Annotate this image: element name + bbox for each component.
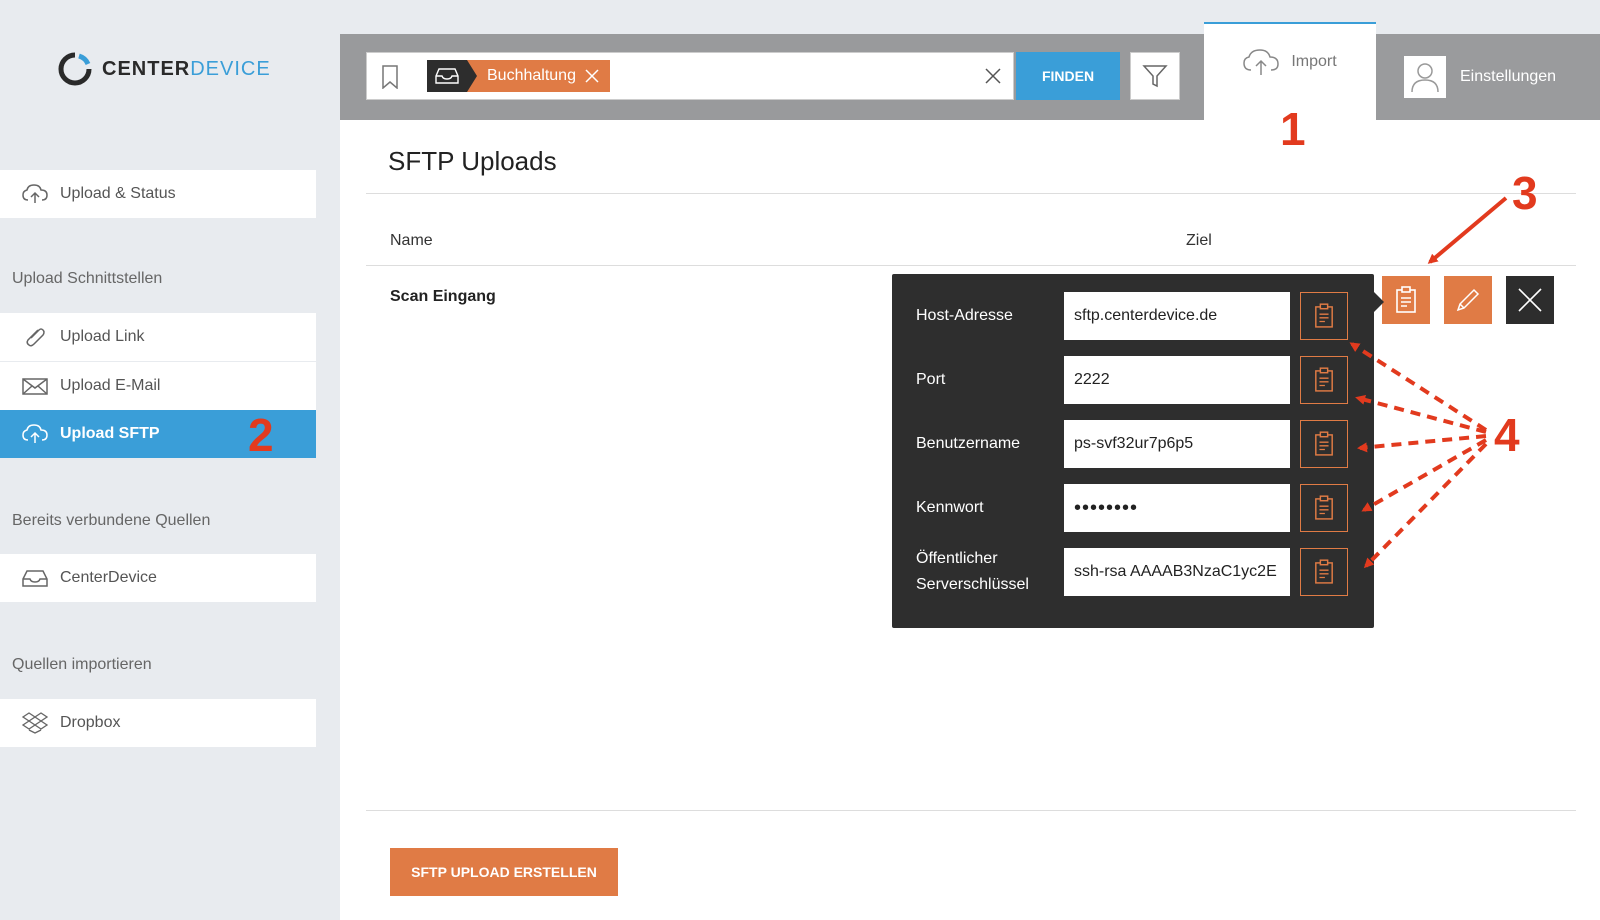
search-tag[interactable]: Buchhaltung bbox=[427, 60, 610, 92]
filter-icon bbox=[1142, 65, 1168, 88]
clipboard-icon bbox=[1315, 303, 1333, 328]
cloud-upload-icon bbox=[22, 184, 48, 203]
centerdevice-logo[interactable]: CENTERDEVICE bbox=[58, 52, 271, 86]
credentials-popover: Host-Adresse sftp.centerdevice.de Port 2… bbox=[892, 274, 1384, 628]
host-label: Host-Adresse bbox=[916, 307, 1013, 324]
sidebar-item-upload-link[interactable]: Upload Link bbox=[0, 313, 316, 361]
search-tag-text: Buchhaltung bbox=[487, 67, 576, 84]
search-box[interactable]: Buchhaltung bbox=[366, 52, 1014, 100]
logo-text: CENTERDEVICE bbox=[102, 57, 271, 80]
annotation-2: 2 bbox=[248, 409, 274, 461]
sidebar-item-label: Upload E-Mail bbox=[60, 377, 161, 394]
sidebar-item-upload-email[interactable]: Upload E-Mail bbox=[0, 362, 316, 410]
tab-import-label: Import bbox=[1291, 53, 1337, 70]
clipboard-icon bbox=[1315, 495, 1333, 520]
delete-button[interactable] bbox=[1506, 276, 1554, 324]
envelope-icon bbox=[22, 378, 48, 395]
show-credentials-button[interactable] bbox=[1382, 276, 1430, 324]
sidebar: CENTERDEVICE Upload & Status Upload Schn… bbox=[0, 0, 340, 920]
column-header-target: Ziel bbox=[1186, 232, 1212, 249]
page-title: SFTP Uploads bbox=[388, 146, 557, 176]
sidebar-item-label: Upload & Status bbox=[60, 185, 176, 202]
copy-username-button[interactable] bbox=[1300, 420, 1348, 468]
sidebar-item-label: Dropbox bbox=[60, 714, 121, 731]
inbox-icon bbox=[22, 570, 48, 587]
copy-password-button[interactable] bbox=[1300, 484, 1348, 532]
create-sftp-upload-button[interactable]: SFTP UPLOAD ERSTELLEN bbox=[390, 848, 618, 896]
edit-button[interactable] bbox=[1444, 276, 1492, 324]
sidebar-heading-import: Quellen importieren bbox=[12, 656, 152, 673]
bookmark-icon[interactable] bbox=[381, 65, 399, 89]
annotation-3: 3 bbox=[1512, 167, 1538, 219]
paperclip-icon bbox=[26, 328, 45, 347]
divider bbox=[366, 193, 1576, 194]
table-row-name[interactable]: Scan Eingang bbox=[390, 288, 496, 306]
pencil-icon bbox=[1456, 288, 1480, 312]
copy-port-button[interactable] bbox=[1300, 356, 1348, 404]
server-key-label: Öffentlicher Serverschlüssel bbox=[916, 546, 1029, 598]
copy-host-button[interactable] bbox=[1300, 292, 1348, 340]
clear-search-icon[interactable] bbox=[983, 66, 1003, 86]
tab-settings-label: Einstellungen bbox=[1460, 68, 1557, 85]
cloud-upload-icon bbox=[22, 424, 48, 443]
sidebar-heading-connected: Bereits verbundene Quellen bbox=[12, 512, 211, 529]
sidebar-item-centerdevice[interactable]: CenterDevice bbox=[0, 554, 316, 602]
divider bbox=[366, 265, 1576, 266]
tab-settings[interactable]: Einstellungen bbox=[1380, 34, 1600, 120]
clipboard-icon bbox=[1315, 431, 1333, 456]
logo-icon bbox=[58, 52, 92, 86]
username-field[interactable]: ps-svf32ur7p6p5 bbox=[1064, 420, 1290, 468]
annotation-1: 1 bbox=[1280, 103, 1306, 155]
clipboard-icon bbox=[1315, 559, 1333, 584]
password-field[interactable]: •••••••• bbox=[1064, 484, 1290, 532]
dropbox-icon bbox=[22, 712, 48, 734]
sidebar-heading-interfaces: Upload Schnittstellen bbox=[12, 270, 163, 287]
sidebar-item-dropbox[interactable]: Dropbox bbox=[0, 699, 316, 747]
annotation-4: 4 bbox=[1494, 409, 1520, 461]
sidebar-item-label: Upload Link bbox=[60, 328, 145, 345]
host-field[interactable]: sftp.centerdevice.de bbox=[1064, 292, 1290, 340]
divider bbox=[366, 810, 1576, 811]
cloud-upload-icon bbox=[1243, 49, 1280, 75]
sidebar-item-label: Upload SFTP bbox=[60, 425, 160, 442]
close-icon bbox=[1518, 288, 1542, 312]
column-header-name: Name bbox=[390, 232, 433, 249]
server-key-label-line2: Serverschlüssel bbox=[916, 576, 1029, 593]
clipboard-icon bbox=[1315, 367, 1333, 392]
close-icon[interactable] bbox=[584, 68, 600, 84]
sidebar-item-upload-status[interactable]: Upload & Status bbox=[0, 170, 316, 218]
user-icon bbox=[1411, 63, 1439, 93]
search-tag-label: Buchhaltung bbox=[467, 60, 610, 92]
clipboard-icon bbox=[1396, 286, 1416, 313]
inbox-icon bbox=[427, 60, 467, 92]
port-field[interactable]: 2222 bbox=[1064, 356, 1290, 404]
server-key-field[interactable]: ssh-rsa AAAAB3NzaC1yc2E bbox=[1064, 548, 1290, 596]
sidebar-item-label: CenterDevice bbox=[60, 569, 157, 586]
search-button[interactable]: FINDEN bbox=[1016, 52, 1120, 100]
password-label: Kennwort bbox=[916, 499, 984, 516]
filter-button[interactable] bbox=[1130, 52, 1180, 100]
avatar bbox=[1404, 56, 1446, 98]
copy-server-key-button[interactable] bbox=[1300, 548, 1348, 596]
server-key-label-line1: Öffentlicher bbox=[916, 550, 998, 567]
username-label: Benutzername bbox=[916, 435, 1021, 452]
port-label: Port bbox=[916, 371, 946, 388]
